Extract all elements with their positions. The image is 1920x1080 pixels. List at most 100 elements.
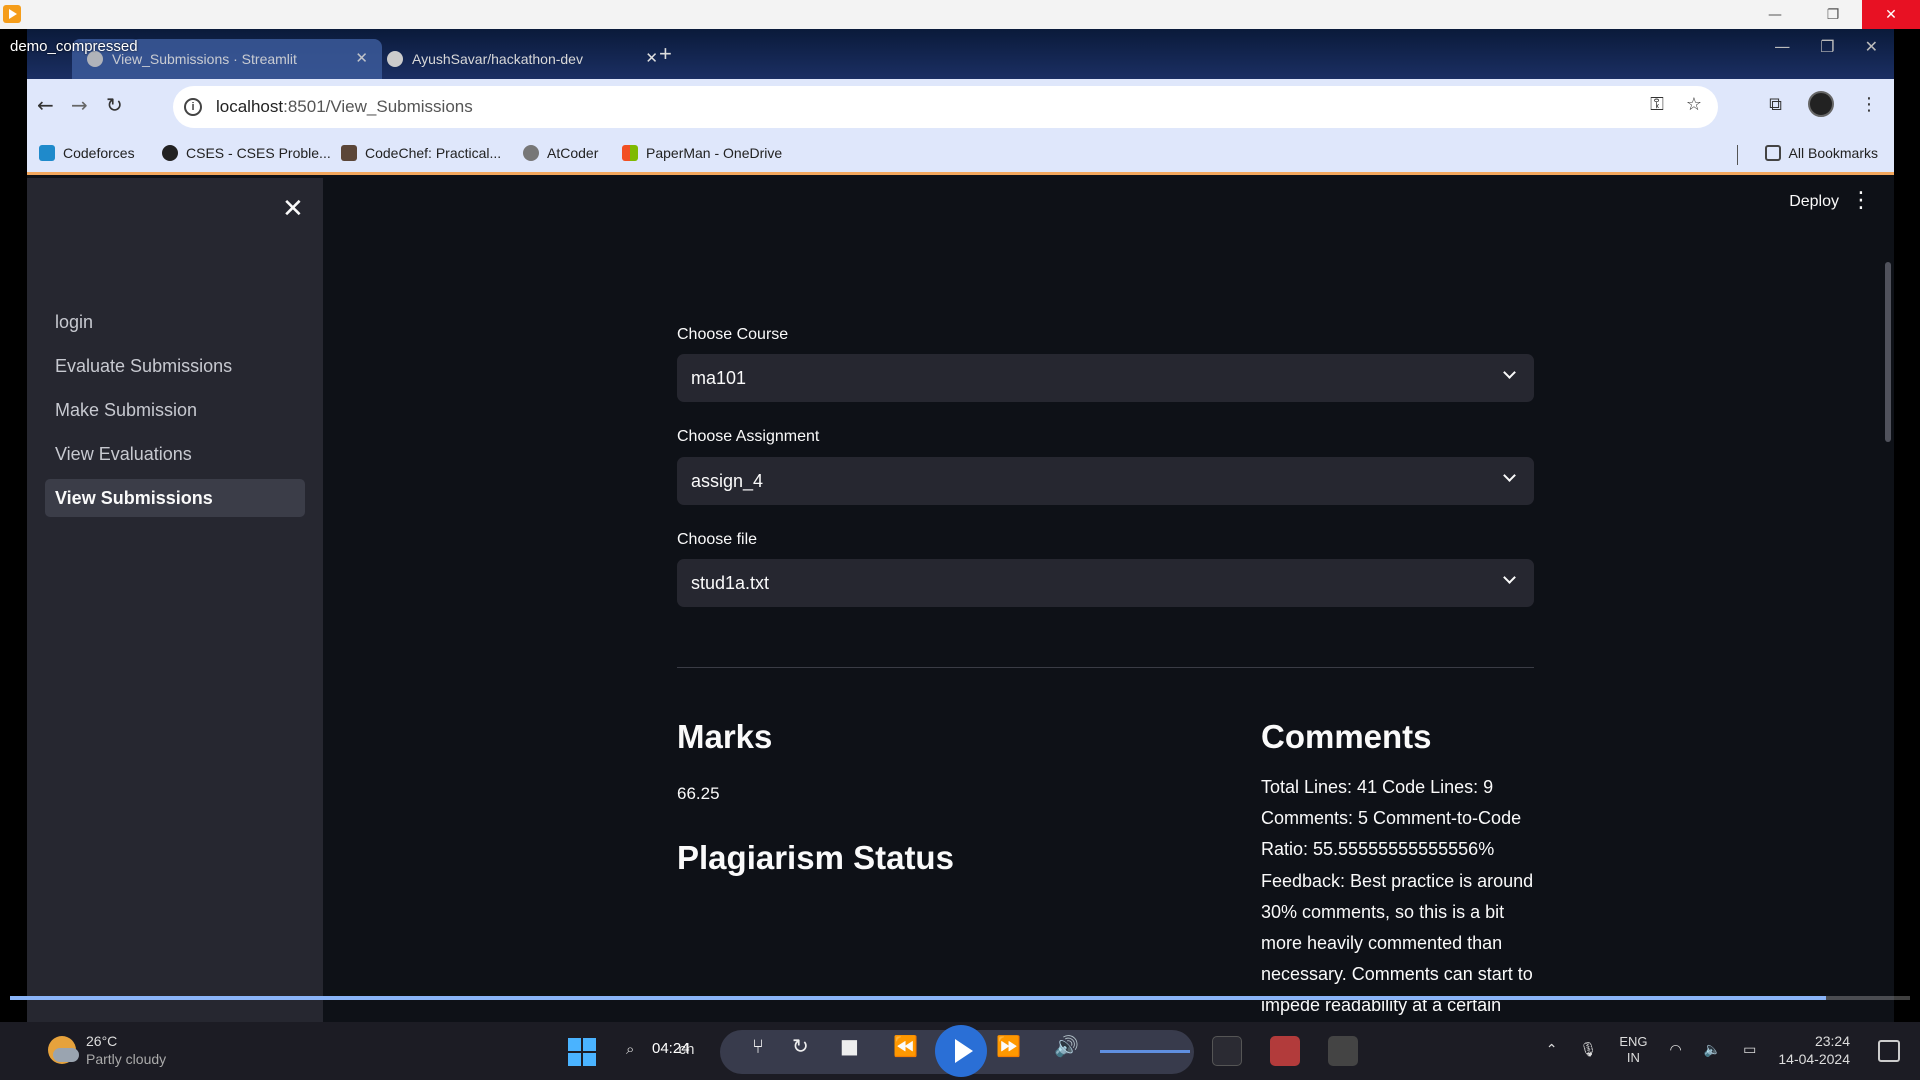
bookmark-codeforces[interactable]: Codeforces [39,145,135,161]
playback-time: 04:24 [652,1040,690,1057]
sidebar-nav: login Evaluate Submissions Make Submissi… [45,303,305,523]
browser-menu-icon[interactable]: ⋮ [1860,94,1878,115]
assignment-label: Choose Assignment [677,428,820,445]
ab-repeat-icon[interactable]: ⑂ [752,1034,764,1058]
course-select[interactable]: ma101 [677,354,1534,402]
browser-restore-icon[interactable]: ❐ [1820,37,1834,56]
sidebar-item-view-evaluations[interactable]: View Evaluations [45,435,305,473]
chevron-down-icon [1502,571,1518,587]
url-text[interactable]: localhost:8501/View_Submissions [216,97,473,117]
video-title: demo_compressed [10,38,138,55]
browser-minimize-icon[interactable]: — [1774,37,1790,56]
file-value: stud1a.txt [691,573,770,593]
close-button[interactable]: ✕ [1862,0,1920,29]
app-icon[interactable] [1328,1036,1358,1066]
windows-start-icon[interactable] [568,1038,596,1066]
extension-puzzle-icon[interactable]: ⧉ [1769,94,1782,115]
clock[interactable]: 23:24 14-04-2024 [1778,1032,1850,1068]
minimize-button[interactable]: — [1746,0,1804,29]
bookmark-star-icon[interactable]: ☆ [1686,94,1702,115]
search-icon: ⌕ [626,1040,635,1058]
tab-close-icon[interactable]: ✕ [355,49,368,67]
sidebar-item-make-submission[interactable]: Make Submission [45,391,305,429]
sidebar-close-button[interactable]: ✕ [282,194,304,224]
scrollbar[interactable] [1885,262,1891,442]
tab-github[interactable]: AyushSavar/hackathon-dev ✕ [372,39,672,79]
reload-icon[interactable]: ↻ [106,93,123,117]
seek-bar[interactable] [10,996,1910,1000]
browser-close-icon[interactable]: ✕ [1865,37,1878,56]
file-label: Choose file [677,531,758,548]
play-button[interactable] [935,1025,987,1077]
tab-close-icon[interactable]: ✕ [645,49,658,67]
divider [677,667,1534,668]
player-titlebar: — ❐ ✕ [0,0,1920,29]
password-key-icon[interactable]: ⚿ [1650,94,1664,115]
sidebar-item-view-submissions[interactable]: View Submissions [45,479,305,517]
terminal-app-icon[interactable] [1212,1036,1242,1066]
weather-condition: Partly cloudy [86,1051,167,1067]
file-select[interactable]: stud1a.txt [677,559,1534,607]
fast-forward-icon[interactable]: ⏩ [996,1034,1021,1058]
seek-progress [10,996,1827,1000]
cses-icon [162,145,178,161]
folder-icon [1764,145,1781,161]
tab-title: AyushSavar/hackathon-dev [412,51,583,67]
chevron-up-icon[interactable]: ⌃ [1546,1042,1558,1058]
address-bar[interactable]: i localhost:8501/View_Submissions ⚿ ☆ [173,86,1718,128]
weather-widget[interactable]: 26°C Partly cloudy [48,1032,166,1068]
github-favicon-icon [387,51,403,67]
taskbar: 26°C Partly cloudy ⌕ ch 04:24 ⑂ ↻ ■ ⏪ ⏩ … [0,1022,1920,1080]
browser-toolbar: ← → ↻ i localhost:8501/View_Submissions … [27,79,1894,135]
main-menu-icon[interactable]: ⋮ [1850,188,1872,213]
assignment-select[interactable]: assign_4 [677,457,1534,505]
codechef-icon [341,145,357,161]
bookmark-atcoder[interactable]: AtCoder [523,145,598,161]
app-icon[interactable] [1270,1036,1300,1066]
marks-value: 66.25 [677,784,720,803]
battery-icon[interactable]: ▭ [1743,1042,1756,1058]
deploy-button[interactable]: Deploy [1789,193,1839,211]
site-info-icon[interactable]: i [184,98,202,116]
player-logo-icon [3,5,21,23]
bookmark-cses[interactable]: CSES - CSES Proble... [162,145,331,161]
bookmark-separator [1737,145,1738,165]
maximize-button[interactable]: ❐ [1804,0,1862,29]
stop-icon[interactable]: ■ [840,1034,859,1058]
assignment-value: assign_4 [691,471,764,491]
all-bookmarks[interactable]: All Bookmarks [1764,145,1878,161]
volume-icon[interactable]: 🔊 [1054,1034,1079,1058]
sidebar-item-evaluate-submissions[interactable]: Evaluate Submissions [45,347,305,385]
wifi-icon[interactable]: ◠ [1669,1042,1681,1058]
system-tray: ⌃ 🎙 ENG IN ◠ 🔈 ▭ 23:24 14-04-2024 [1546,1032,1850,1068]
speaker-icon[interactable]: 🔈 [1704,1042,1721,1058]
volume-slider[interactable] [1100,1050,1190,1053]
microphone-icon[interactable]: 🎙 [1580,1042,1598,1058]
taskbar-apps [1212,1036,1358,1066]
browser-window-controls: — ❐ ✕ [1774,37,1894,56]
marks-heading: Marks [677,718,773,755]
language-indicator[interactable]: ENG IN [1619,1034,1647,1066]
tab-title: View_Submissions · Streamlit [112,51,297,67]
comments-heading: Comments [1261,718,1432,755]
course-label: Choose Course [677,326,789,343]
back-icon[interactable]: ← [37,93,54,117]
new-tab-button[interactable]: + [659,41,672,67]
chevron-down-icon [1502,469,1518,485]
tab-strip: View_Submissions · Streamlit ✕ AyushSava… [27,29,1894,79]
bookmarks-bar: Codeforces CSES - CSES Proble... CodeChe… [27,135,1894,175]
microsoft-icon [622,145,638,161]
partly-cloudy-icon [48,1036,79,1064]
loop-icon[interactable]: ↻ [792,1034,809,1058]
bookmark-paperman[interactable]: PaperMan - OneDrive [622,145,782,161]
forward-icon[interactable]: → [71,93,88,117]
profile-avatar[interactable] [1808,91,1834,117]
course-value: ma101 [691,368,747,388]
bookmark-codechef[interactable]: CodeChef: Practical... [341,145,501,161]
sidebar-item-login[interactable]: login [45,303,305,341]
rewind-icon[interactable]: ⏪ [893,1034,918,1058]
notification-icon[interactable] [1878,1040,1900,1062]
plagiarism-heading: Plagiarism Status [677,839,954,876]
browser-window: View_Submissions · Streamlit ✕ AyushSava… [27,29,1894,1034]
codeforces-icon [39,145,55,161]
